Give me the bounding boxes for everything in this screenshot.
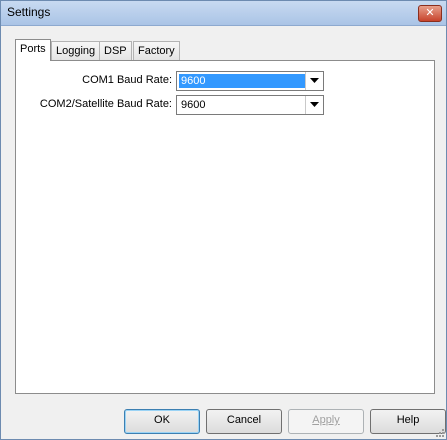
settings-dialog: Settings ✕ Ports Logging DSP Factory COM… [0, 0, 447, 440]
com1-dropdown-button[interactable] [305, 72, 323, 90]
ok-button[interactable]: OK [124, 409, 200, 434]
apply-button-label: Apply [312, 414, 340, 426]
com1-baud-label: COM1 Baud Rate: [82, 74, 172, 86]
com2-row: COM2/Satellite Baud Rate: 9600 [16, 95, 434, 115]
tab-ports[interactable]: Ports [15, 39, 51, 61]
close-button[interactable]: ✕ [418, 5, 442, 22]
chevron-down-icon [310, 78, 319, 83]
title-bar[interactable]: Settings ✕ [1, 1, 446, 26]
com2-dropdown-button[interactable] [305, 96, 323, 114]
com1-baud-value: 9600 [179, 74, 306, 88]
cancel-button[interactable]: Cancel [206, 409, 282, 434]
close-icon: ✕ [425, 7, 435, 19]
chevron-down-icon [310, 102, 319, 107]
tab-factory[interactable]: Factory [133, 41, 180, 60]
resize-grip-icon[interactable] [434, 427, 444, 437]
tab-logging[interactable]: Logging [51, 41, 101, 60]
com1-baud-select[interactable]: 9600 [176, 71, 324, 91]
ports-tab-panel: COM1 Baud Rate: 9600 COM2/Satellite Baud… [15, 60, 435, 394]
com2-baud-select[interactable]: 9600 [176, 95, 324, 115]
com1-row: COM1 Baud Rate: 9600 [16, 71, 434, 91]
com2-baud-value: 9600 [181, 99, 206, 111]
apply-button[interactable]: Apply [288, 409, 364, 434]
com2-baud-label: COM2/Satellite Baud Rate: [39, 98, 172, 110]
window-title: Settings [7, 5, 51, 19]
tab-dsp[interactable]: DSP [99, 41, 132, 60]
